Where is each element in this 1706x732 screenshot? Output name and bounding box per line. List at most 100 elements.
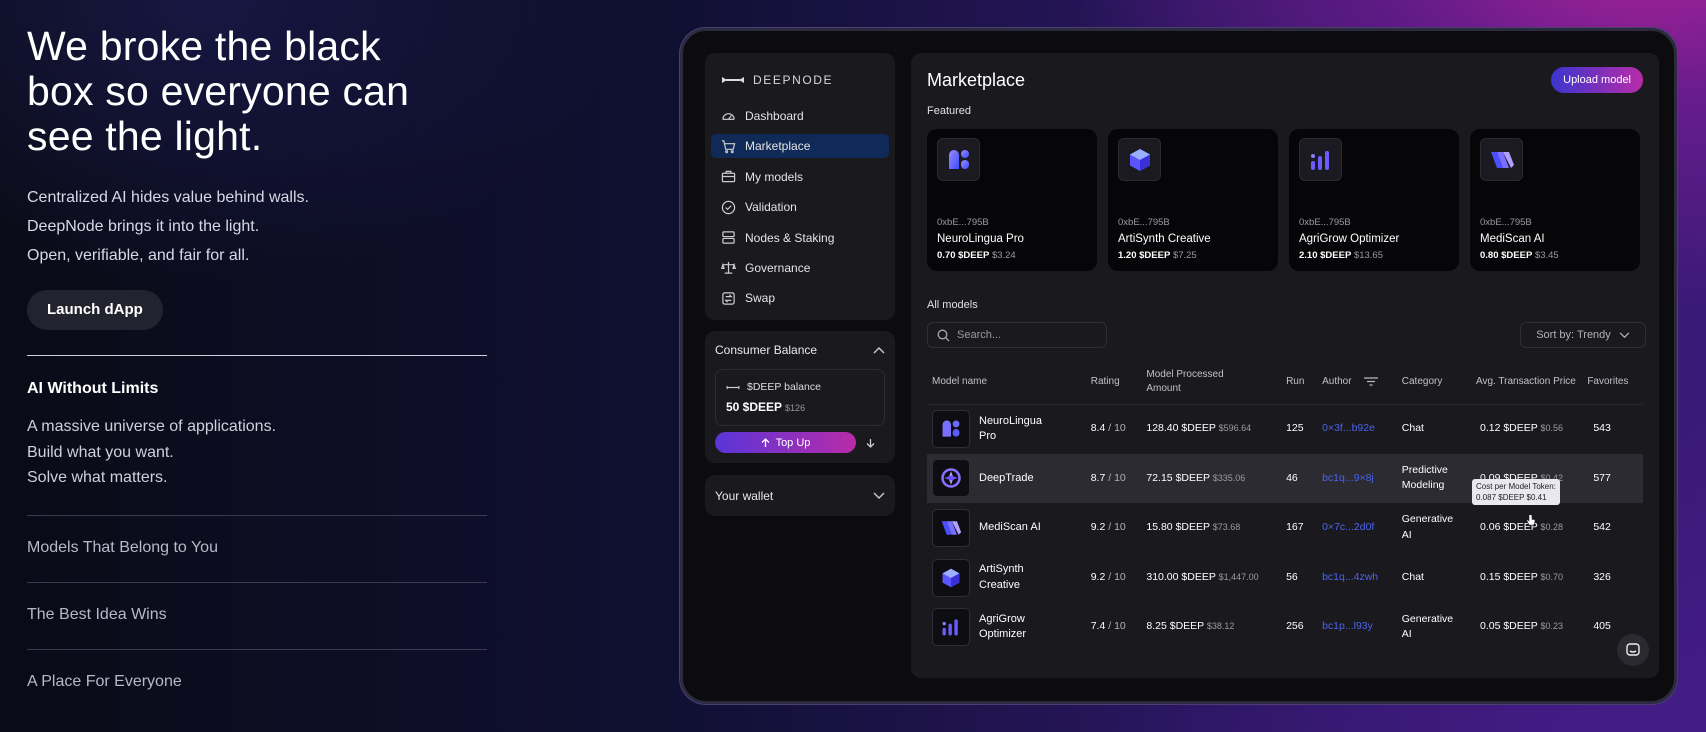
artisynth-icon: [1129, 148, 1150, 171]
nav-item-swap[interactable]: Swap: [711, 286, 889, 310]
price-deep: 2.10 $DEEP: [1299, 250, 1352, 261]
cell-price: 0.06 $DEEP $0.28: [1476, 503, 1587, 553]
accordion-item[interactable]: A Place For Everyone: [27, 648, 487, 716]
model-cell: ArtiSynth Creative: [927, 558, 1091, 597]
amount-usd: $335.06: [1212, 472, 1246, 483]
accordion-open-title[interactable]: AI Without Limits: [27, 380, 487, 398]
col-model-name[interactable]: Model name: [927, 360, 1091, 405]
column-label: Model name: [932, 375, 988, 387]
hero-line: Centralized AI hides value behind walls.: [27, 189, 309, 206]
nav-item-marketplace[interactable]: Marketplace: [711, 134, 889, 159]
balance-header[interactable]: Consumer Balance: [715, 343, 885, 357]
top-up-label: Top Up: [775, 436, 811, 449]
accordion-item[interactable]: The Best Idea Wins: [27, 581, 487, 649]
chevron-up-icon[interactable]: [873, 346, 885, 354]
balance-value: 50 $DEEP $126: [726, 400, 874, 414]
author-link[interactable]: 0×3f...b92e: [1322, 422, 1375, 434]
upload-model-button[interactable]: Upload model: [1551, 67, 1643, 93]
author-link[interactable]: bc1q...9×8j: [1322, 472, 1374, 484]
model-icon-box: [932, 558, 970, 597]
search-input[interactable]: Search...: [927, 322, 1107, 348]
launch-dapp-button[interactable]: Launch dApp: [27, 290, 163, 330]
filter-icon[interactable]: [1364, 377, 1379, 386]
col-run[interactable]: Run: [1286, 360, 1323, 405]
cell-author[interactable]: bc1q...9×8j: [1322, 453, 1402, 504]
featured-card[interactable]: 0xbE...795B NeuroLingua Pro 0.70 $DEEP $…: [927, 129, 1097, 271]
nav-label: My models: [745, 169, 804, 184]
balance-label-row: $DEEP balance: [726, 381, 874, 393]
amount-deep: 310.00 $DEEP: [1146, 570, 1216, 583]
top-up-button[interactable]: Top Up: [715, 432, 856, 453]
featured-card[interactable]: 0xbE...795B AgriGrow Optimizer 2.10 $DEE…: [1289, 129, 1459, 271]
cell-favorites: 542: [1593, 521, 1611, 534]
search-icon: [937, 329, 950, 341]
col-favorites[interactable]: Favorites: [1587, 360, 1643, 405]
accordion-item[interactable]: Models That Belong to You: [27, 514, 487, 582]
table-row[interactable]: ArtiSynth Creative 9.2 / 10 310.00 $DEEP $…: [927, 553, 1643, 603]
price-deep: 1.20 $DEEP: [1118, 250, 1171, 261]
cell-rating: 9.2 / 10: [1091, 503, 1147, 553]
category-label: Predictive Modeling: [1401, 463, 1448, 492]
cell-model: ArtiSynth Creative: [927, 553, 1091, 603]
price-usd: $7.25: [1172, 250, 1197, 261]
rating-scale: / 10: [1108, 521, 1126, 534]
cell-author[interactable]: 0×3f...b92e: [1322, 404, 1402, 454]
arrow-down-icon[interactable]: [866, 438, 875, 448]
nav-item-dashboard[interactable]: Dashboard: [711, 104, 889, 128]
rating-value: 7.4: [1090, 620, 1106, 633]
chat-widget-button[interactable]: [1617, 634, 1649, 666]
model-name: AgriGrow Optimizer: [979, 612, 1027, 641]
nav-item-governance[interactable]: Governance: [711, 256, 889, 280]
author-link[interactable]: bc1p...l93y: [1322, 620, 1373, 632]
check-circle-icon: [721, 200, 736, 214]
col-processed-amount[interactable]: Model Processed Amount: [1146, 360, 1287, 405]
sort-select[interactable]: Sort by: Trendy: [1520, 322, 1646, 348]
price-tooltip: Cost per Model Token: 0.087 $DEEP $0.41: [1472, 479, 1560, 505]
model-name: NeuroLingua Pro: [937, 233, 1024, 245]
cell-category: Chat: [1402, 553, 1476, 603]
your-wallet-card[interactable]: Your wallet: [705, 475, 895, 516]
nav-item-nodes-staking[interactable]: Nodes & Staking: [711, 226, 889, 250]
rating-scale: / 10: [1108, 422, 1126, 435]
col-category[interactable]: Category: [1401, 360, 1476, 405]
sidebar: DEEPNODE Dashboard Marketplace My models: [705, 53, 895, 516]
cell-author[interactable]: bc1p...l93y: [1322, 602, 1402, 652]
featured-row: 0xbE...795B NeuroLingua Pro 0.70 $DEEP $…: [927, 129, 1643, 271]
model-icon-box: [1118, 138, 1161, 181]
amount-deep: 15.80 $DEEP: [1146, 521, 1210, 534]
nav-item-validation[interactable]: Validation: [711, 195, 889, 219]
price-deep: 0.12 $DEEP: [1479, 422, 1538, 435]
table-row[interactable]: AgriGrow Optimizer 7.4 / 10 8.25 $DEEP $38…: [927, 602, 1643, 652]
model-name: ArtiSynth Creative: [979, 563, 1024, 591]
nav-item-my-models[interactable]: My models: [711, 165, 889, 189]
author-link[interactable]: 0×7c...2d0f: [1322, 521, 1374, 533]
table-row[interactable]: MediScan AI 9.2 / 10 15.80 $DEEP $73.68 167…: [927, 503, 1643, 553]
amount-deep: 72.15 $DEEP: [1146, 471, 1210, 484]
chevron-down-icon[interactable]: [873, 492, 885, 500]
model-icon-box: [1299, 138, 1342, 181]
balance-box: $DEEP balance 50 $DEEP $126: [715, 369, 885, 426]
model-icon-box: [1480, 138, 1523, 181]
model-cell: NeuroLingua Pro: [927, 410, 1091, 449]
rating-value: 8.4: [1090, 422, 1106, 435]
table-row[interactable]: NeuroLingua Pro 8.4 / 10 128.40 $DEEP $596…: [927, 404, 1643, 454]
col-rating[interactable]: Rating: [1090, 360, 1147, 405]
nav-label: Validation: [745, 200, 797, 215]
featured-card[interactable]: 0xbE...795B ArtiSynth Creative 1.20 $DEE…: [1108, 129, 1278, 271]
col-avg-price[interactable]: Avg. Transaction Price: [1475, 360, 1588, 405]
cell-author[interactable]: 0×7c...2d0f: [1322, 503, 1402, 553]
author-link[interactable]: bc1q...4zwh: [1322, 571, 1378, 583]
featured-card[interactable]: 0xbE...795B MediScan AI 0.80 $DEEP $3.45: [1470, 129, 1640, 271]
balance-amount: 50 $DEEP: [726, 400, 783, 414]
model-address: 0xbE...795B: [1299, 217, 1351, 228]
hero-title: We broke the black box so everyone can s…: [27, 23, 410, 159]
accordion-open-body: A massive universe of applications. Buil…: [27, 414, 487, 491]
cell-model: AgriGrow Optimizer: [927, 602, 1091, 652]
col-author[interactable]: Author: [1322, 360, 1402, 405]
cell-favorites: 543: [1593, 422, 1611, 435]
cell-author[interactable]: bc1q...4zwh: [1322, 553, 1402, 603]
model-price: 1.20 $DEEP $7.25: [1118, 250, 1268, 261]
cell-run: 56: [1286, 570, 1298, 583]
tooltip-line: 0.087 $DEEP $0.41: [1476, 493, 1547, 502]
price-usd: $0.70: [1540, 571, 1564, 582]
